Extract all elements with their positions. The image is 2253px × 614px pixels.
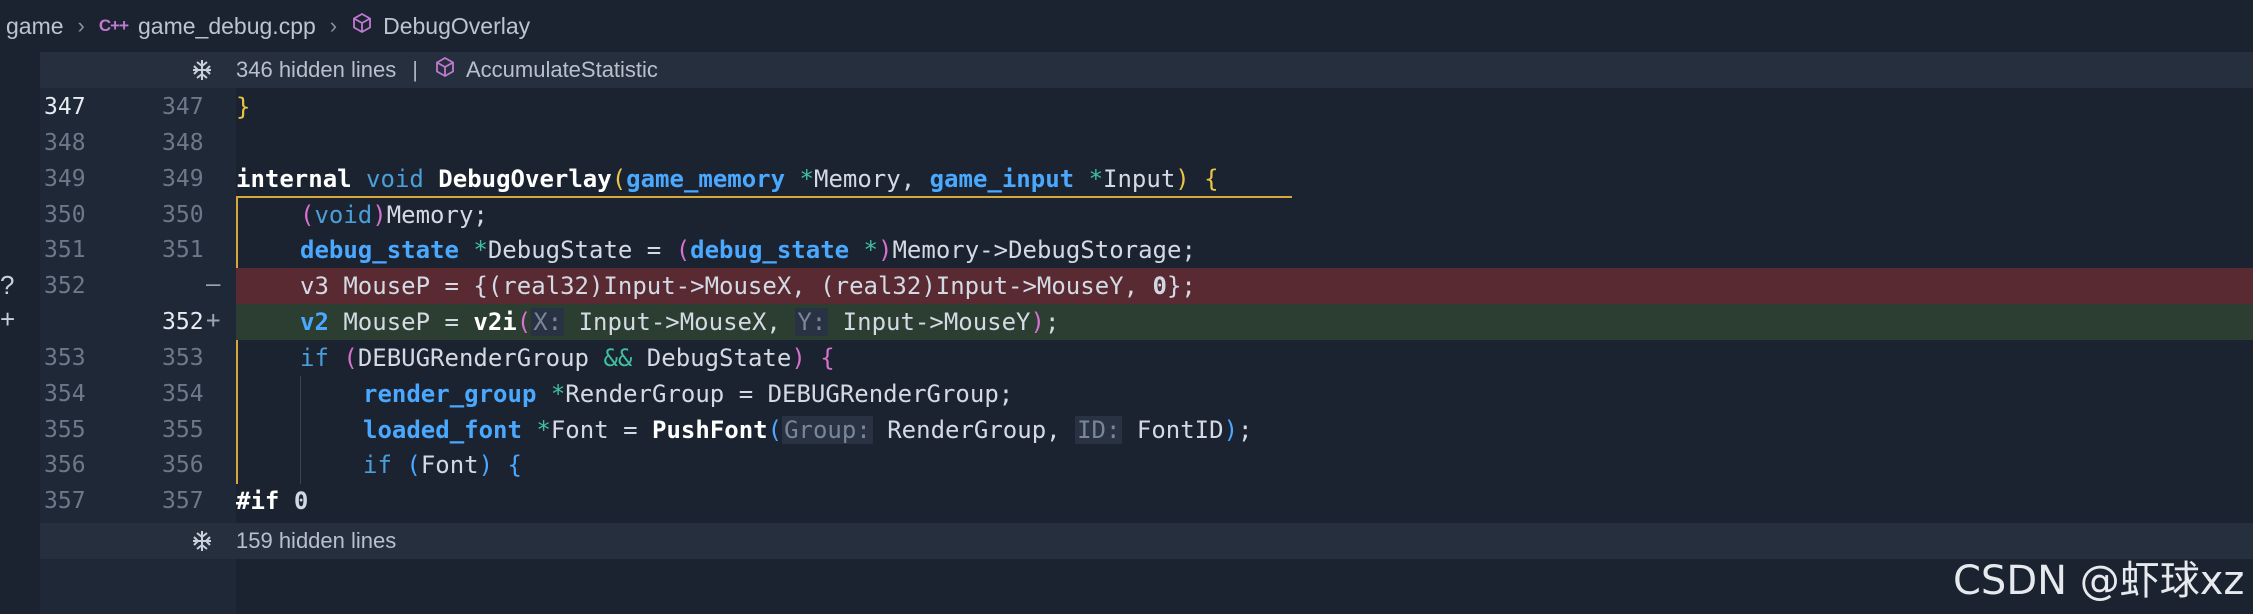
code-line[interactable]: 349 349 internal void DebugOverlay(game_… [0,161,2253,197]
line-number-original: 351 [44,237,86,263]
chevron-right-icon: › [77,13,85,38]
line-number-modified: 349 [162,166,204,192]
line-number-modified: 350 [162,202,204,228]
line-number-original: 352 [44,273,86,299]
fold-separator: | [412,57,418,82]
breadcrumb: game › C++ game_debug.cpp › DebugOverlay [0,0,2253,52]
breadcrumb-file-label: game_debug.cpp [138,12,316,39]
code-line-deleted[interactable]: 352 — v3 MouseP = {(real32)Input->MouseX… [0,268,2253,304]
line-number-original: 348 [44,130,86,156]
breadcrumb-symbol-label: DebugOverlay [383,12,531,39]
hidden-lines-label: 159 hidden lines [236,528,397,553]
code-line[interactable]: 347 347 } [0,89,2253,125]
code-line[interactable]: 357 357 #if 0 [0,483,2253,519]
fold-region-bottom[interactable]: 159 hidden lines [40,523,2253,559]
diff-plus-marker: + [206,306,221,334]
line-number-original: 350 [44,202,86,228]
code-text: if (DEBUGRenderGroup && DebugState) { [300,344,835,372]
code-text: if (Font) { [363,451,522,479]
breadcrumb-item-symbol[interactable]: DebugOverlay [351,12,530,40]
diff-minus-marker: — [206,270,221,298]
code-line-added[interactable]: 352 + v2 MouseP = v2i(X: Input->MouseX, … [0,304,2253,340]
code-text: render_group *RenderGroup = DEBUGRenderG… [363,380,1014,408]
line-number-original: 349 [44,166,86,192]
line-number-modified: 351 [162,237,204,263]
code-text: (void)Memory; [300,201,488,229]
watermark: CSDN @虾球xz [1953,558,2245,604]
code-text: internal void DebugOverlay(game_memory *… [236,165,1219,193]
line-number-original: 347 [44,94,86,120]
line-number-original: 354 [44,381,86,407]
code-line[interactable]: 356 356 if (Font) { [0,447,2253,483]
line-number-modified: 355 [162,417,204,443]
code-line[interactable]: 348 348 [0,125,2253,161]
line-number-modified: 353 [162,345,204,371]
code-line[interactable]: 351 351 debug_state *DebugState = (debug… [0,232,2253,268]
line-number-modified: 357 [162,488,204,514]
cpp-file-icon: C++ [98,16,129,35]
code-text: loaded_font *Font = PushFont(Group: Rend… [363,416,1253,444]
side-plus-glyph: + [0,304,16,334]
cube-icon [351,12,373,40]
line-number-modified: 348 [162,130,204,156]
hidden-lines-label: 346 hidden lines [236,57,397,82]
line-number-modified: 354 [162,381,204,407]
chevron-right-icon: › [329,13,338,38]
code-text: } [236,93,251,121]
line-number-original: 353 [44,345,86,371]
line-number-original: 357 [44,488,86,514]
breadcrumb-item-folder[interactable]: game [6,13,64,40]
code-text: #if 0 [236,487,309,515]
code-line[interactable]: 354 354 render_group *RenderGroup = DEBU… [0,376,2253,412]
line-number-original: 355 [44,417,86,443]
line-number-modified: 347 [162,94,204,120]
code-text: v3 MouseP = {(real32)Input->MouseX, (rea… [300,272,1196,300]
code-text: debug_state *DebugState = (debug_state *… [300,236,1196,264]
unfold-icon[interactable] [190,529,214,559]
line-number-original: 356 [44,452,86,478]
unfold-icon[interactable] [190,58,214,88]
fold-region-top[interactable]: 346 hidden lines | AccumulateStatistic [40,52,2253,88]
code-line[interactable]: 353 353 if (DEBUGRenderGroup && DebugSta… [0,340,2253,376]
breadcrumb-item-file[interactable]: C++ game_debug.cpp [99,13,316,40]
side-question-glyph: ? [0,270,15,300]
code-text: v2 MouseP = v2i(X: Input->MouseX, Y: Inp… [300,308,1060,336]
code-line[interactable]: 355 355 loaded_font *Font = PushFont(Gro… [0,412,2253,448]
code-line[interactable]: 350 350 (void)Memory; [0,197,2253,233]
line-number-modified: 356 [162,452,204,478]
cube-icon [434,56,456,84]
fold-symbol-label: AccumulateStatistic [465,57,658,82]
